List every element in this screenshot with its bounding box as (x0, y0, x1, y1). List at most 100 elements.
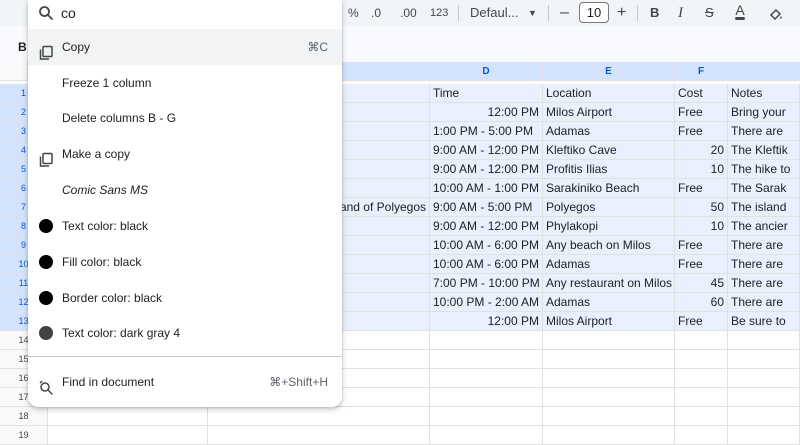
cell[interactable]: There are (728, 236, 800, 255)
cell[interactable] (543, 350, 675, 369)
cell[interactable]: Free (675, 103, 728, 122)
cell[interactable]: Kleftiko Cave (543, 141, 675, 160)
cell[interactable]: Adamas (543, 255, 675, 274)
menu-item-fill-color-black[interactable]: Fill color: black (28, 244, 342, 280)
cell[interactable]: There are (728, 255, 800, 274)
cell[interactable] (543, 426, 675, 445)
cell[interactable] (543, 331, 675, 350)
cell[interactable] (728, 369, 800, 388)
cell[interactable] (430, 388, 543, 407)
cell[interactable]: The hike to (728, 160, 800, 179)
cell[interactable]: The island (728, 198, 800, 217)
cell[interactable]: Free (675, 179, 728, 198)
percent-format-button[interactable]: % (348, 0, 359, 26)
menu-item-make-a-copy[interactable]: Make a copy (28, 136, 342, 172)
cell[interactable] (675, 331, 728, 350)
cell[interactable] (430, 369, 543, 388)
cell[interactable] (208, 426, 430, 445)
cell[interactable] (675, 407, 728, 426)
cell[interactable] (728, 350, 800, 369)
decrease-decimal-button[interactable]: .0 (371, 0, 381, 26)
strikethrough-button[interactable]: S (705, 0, 714, 26)
cell[interactable]: Milos Airport (543, 103, 675, 122)
cell[interactable]: 10:00 AM - 1:00 PM (430, 179, 543, 198)
cell[interactable] (430, 331, 543, 350)
cell[interactable]: Adamas (543, 122, 675, 141)
cell[interactable] (728, 426, 800, 445)
select-all-corner[interactable] (0, 62, 28, 81)
cell[interactable]: 10 (675, 217, 728, 236)
cell[interactable]: 9:00 AM - 12:00 PM (430, 160, 543, 179)
cell[interactable] (543, 369, 675, 388)
font-family-select[interactable]: Defaul... (470, 0, 518, 26)
cell[interactable]: There are (728, 274, 800, 293)
cell[interactable]: Cost (675, 84, 728, 103)
cell[interactable]: Any restaurant on Milos (543, 274, 675, 293)
increase-decimal-button[interactable]: .00 (400, 0, 417, 26)
cell[interactable] (675, 350, 728, 369)
menu-item-text-color-dark-gray-4[interactable]: Text color: dark gray 4 (28, 315, 342, 351)
cell[interactable]: Polyegos (543, 198, 675, 217)
menu-item-border-color-black[interactable]: Border color: black (28, 280, 342, 316)
name-box[interactable]: B (18, 40, 27, 54)
cell[interactable]: Bring your (728, 103, 800, 122)
cell[interactable]: The ancier (728, 217, 800, 236)
cell[interactable]: Milos Airport (543, 312, 675, 331)
cell[interactable]: Sarakiniko Beach (543, 179, 675, 198)
cell[interactable]: 9:00 AM - 12:00 PM (430, 141, 543, 160)
chevron-down-icon[interactable]: ▼ (528, 0, 537, 26)
cell[interactable]: 10 (675, 160, 728, 179)
fill-color-icon[interactable] (768, 0, 784, 26)
cell[interactable]: Free (675, 255, 728, 274)
cell[interactable]: 60 (675, 293, 728, 312)
cell[interactable] (543, 407, 675, 426)
cell[interactable]: Location (543, 84, 675, 103)
menu-item-find-in-document[interactable]: Find in document ⌘+Shift+H (28, 364, 342, 400)
cell[interactable] (208, 407, 430, 426)
row-number[interactable]: 18 (0, 407, 48, 426)
menu-item-freeze-column[interactable]: Freeze 1 column (28, 65, 342, 101)
cell[interactable]: 9:00 AM - 12:00 PM (430, 217, 543, 236)
cell[interactable] (675, 426, 728, 445)
cell[interactable]: 20 (675, 141, 728, 160)
cell[interactable]: Free (675, 122, 728, 141)
cell[interactable]: The Sarak (728, 179, 800, 198)
cell[interactable] (728, 331, 800, 350)
cell[interactable]: Notes (728, 84, 800, 103)
cell[interactable] (728, 407, 800, 426)
column-header-d[interactable]: D (430, 62, 543, 81)
cell[interactable] (675, 369, 728, 388)
cell[interactable] (48, 426, 208, 445)
menu-item-text-color-black[interactable]: Text color: black (28, 208, 342, 244)
cell[interactable]: There are (728, 293, 800, 312)
cell[interactable]: 50 (675, 198, 728, 217)
menu-item-copy[interactable]: Copy ⌘C (28, 29, 342, 65)
cell[interactable]: Phylakopi (543, 217, 675, 236)
font-size-decrease-button[interactable]: – (560, 0, 569, 26)
cell[interactable]: 12:00 PM (430, 103, 543, 122)
font-size-increase-button[interactable]: + (617, 0, 626, 26)
cell[interactable]: Any beach on Milos (543, 236, 675, 255)
number-format-button[interactable]: 123 (430, 0, 448, 26)
column-header-e[interactable]: E (543, 62, 675, 81)
cell[interactable]: Profitis Ilias (543, 160, 675, 179)
row-number[interactable]: 19 (0, 426, 48, 445)
menu-item-comic-sans[interactable]: Comic Sans MS (28, 172, 342, 208)
cell[interactable] (430, 407, 543, 426)
column-header-g[interactable] (728, 62, 800, 81)
cell[interactable]: 10:00 AM - 6:00 PM (430, 236, 543, 255)
cell[interactable]: There are (728, 122, 800, 141)
cell[interactable]: Adamas (543, 293, 675, 312)
cell[interactable]: Free (675, 236, 728, 255)
cell[interactable] (48, 407, 208, 426)
cell[interactable] (675, 388, 728, 407)
text-color-button[interactable]: A (731, 2, 749, 18)
cell[interactable] (430, 350, 543, 369)
italic-button[interactable]: I (678, 0, 683, 26)
cell[interactable]: Free (675, 312, 728, 331)
cell[interactable]: 10:00 PM - 2:00 AM (430, 293, 543, 312)
cell[interactable]: 45 (675, 274, 728, 293)
search-input[interactable] (61, 3, 321, 23)
cell[interactable] (728, 388, 800, 407)
cell[interactable]: Be sure to (728, 312, 800, 331)
